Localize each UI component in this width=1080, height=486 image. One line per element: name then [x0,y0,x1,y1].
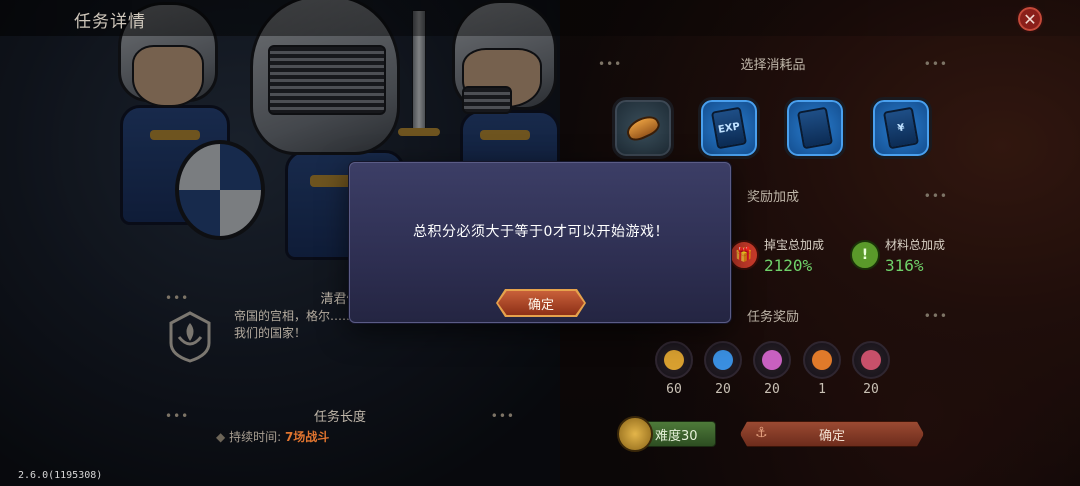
reward-slot-gold[interactable] [655,341,693,379]
material-bonus-value: 316% [885,256,924,275]
mission-length-header: ••• 任务长度 ••• [165,406,515,425]
consumables-header: ••• 选择消耗品 ••• [598,54,948,73]
start-confirm-label: 确定 [818,428,845,444]
reward-slot-orange-orb[interactable] [803,341,841,379]
material-bonus-label: 材料总加成 [885,238,946,252]
material-icon: ! [850,240,880,270]
alert-message: 总积分必须大于等于0才可以开始游戏！ [413,224,669,240]
duration-row: ◆ 持续时间: 7场战斗 [216,428,329,445]
difficulty-label: 难度30 [655,428,698,444]
bread-icon [623,111,663,145]
consumable-slot-yen[interactable]: ¥ [870,97,932,159]
diamond-bullet-icon: ◆ [216,430,226,444]
version-label: 2.6.0(1195308) [18,470,103,481]
card-icon [796,106,834,150]
consumable-slot-exp[interactable]: EXP [698,97,760,159]
reward-slot-pink-gem[interactable] [753,341,791,379]
yen-card-icon: ¥ [882,106,920,150]
anchor-icon: ⚓ [755,425,768,441]
close-icon: ✕ [1023,9,1037,29]
header-dots-icon: ••• [165,409,190,423]
header-dots-icon: ••• [923,57,948,71]
alert-dialog: 总积分必须大于等于0才可以开始游戏！ 确定 [349,162,731,323]
rewards-title: 任务奖励 [746,309,799,325]
guild-emblem-icon [169,311,211,363]
orange-orb-icon [812,350,832,370]
treasure-icon: 🎁 [729,240,759,270]
rose-gem-icon [861,350,881,370]
exp-card-icon: EXP [710,106,748,150]
mission-length-title: 任务长度 [313,409,366,425]
reward-slot-rose-gem[interactable] [852,341,890,379]
consumables-title: 选择消耗品 [740,57,806,73]
pink-gem-icon [762,350,782,370]
close-button[interactable]: ✕ [1016,5,1044,33]
header-dots-icon: ••• [923,189,948,203]
title-bar: 任务详情 ✕ [0,0,1080,36]
reward-count: 20 [863,382,879,397]
reward-count: 20 [715,382,731,397]
ok-button[interactable]: 确定 [498,291,584,315]
blue-gem-icon [713,350,733,370]
page-title: 任务详情 [74,12,146,32]
header-dots-icon: ••• [923,309,948,323]
duration-label: 持续时间: [229,430,282,444]
header-dots-icon: ••• [490,409,515,423]
reward-count: 1 [818,382,826,397]
consumable-slot-card[interactable] [784,97,846,159]
bonus-title: 奖励加成 [746,189,799,205]
gold-coin-icon [664,350,684,370]
difficulty-button[interactable]: 难度30 [617,416,716,452]
start-confirm-button[interactable]: ⚓ 确定 [740,421,924,447]
reward-count: 60 [666,382,682,397]
reward-slot-blue-gem[interactable] [704,341,742,379]
duration-value: 7场战斗 [284,430,330,444]
treasure-bonus-value: 2120% [764,256,813,275]
treasure-bonus-label: 掉宝总加成 [764,238,825,252]
consumable-slot-bread[interactable] [612,97,674,159]
difficulty-medal-icon [617,416,653,452]
ok-button-label: 确定 [527,297,554,313]
reward-count: 20 [764,382,780,397]
header-dots-icon: ••• [598,57,623,71]
header-dots-icon: ••• [165,291,190,305]
